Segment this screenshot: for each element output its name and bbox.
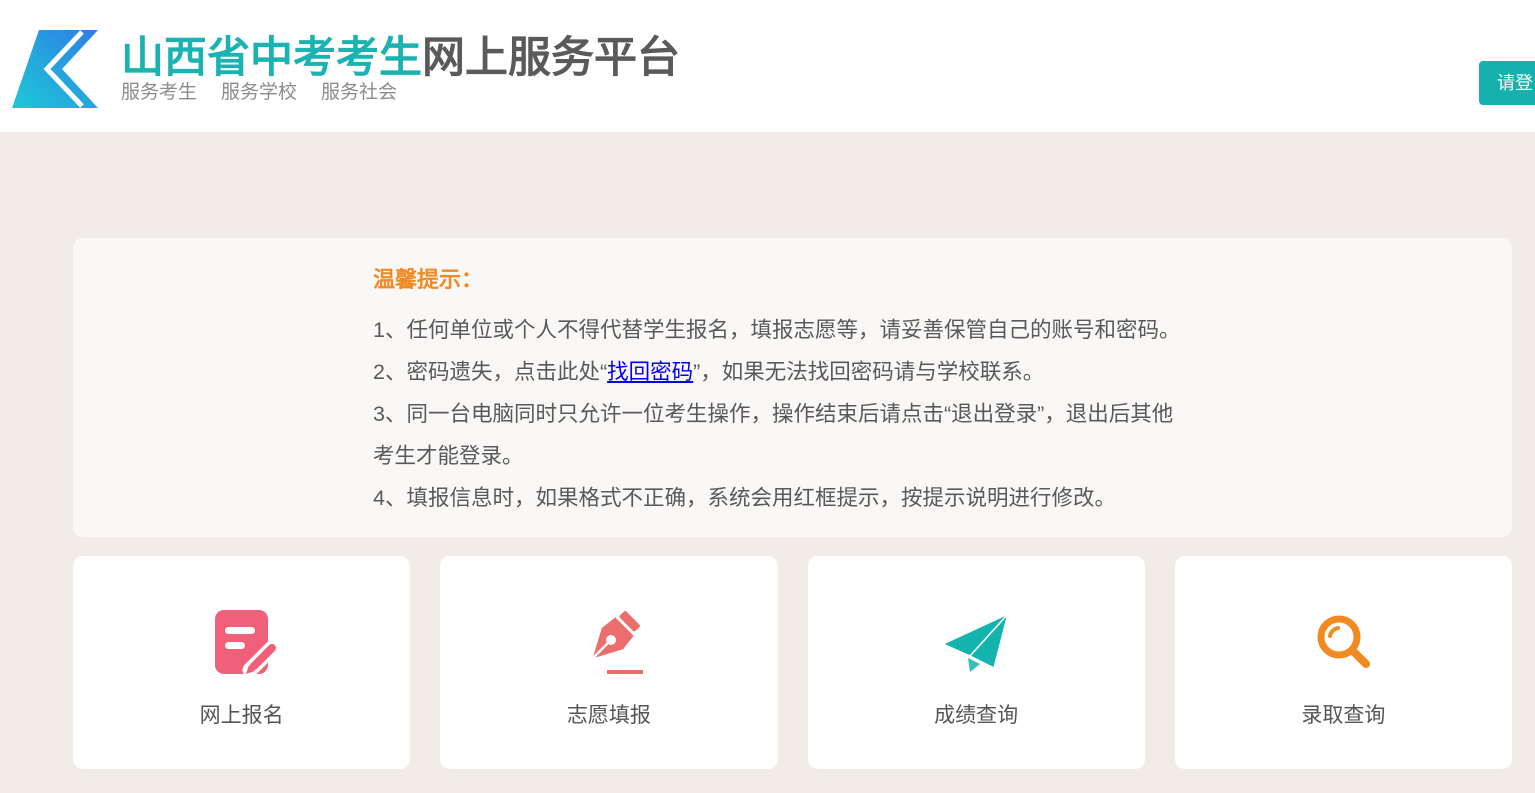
notice-item-3-continued: 考生才能登录。 (373, 444, 524, 468)
notice-item-1: 1、任何单位或个人不得代替学生报名，填报志愿等，请妥善保管自己的账号和密码。 (373, 318, 1181, 342)
notice-item-2-before: 2、密码遗失，点击此处“ (373, 360, 608, 384)
find-password-link[interactable]: 找回密码 (607, 360, 693, 384)
pen-nib-icon (573, 610, 645, 676)
login-button[interactable]: 请登 (1479, 61, 1535, 105)
service-label: 网上报名 (199, 704, 284, 727)
service-label: 成绩查询 (934, 704, 1019, 727)
service-card-admission[interactable]: 录取查询 (1174, 556, 1512, 769)
site-title-highlight: 山西省中考考生 (121, 34, 422, 82)
notice-item-4: 4、填报信息时，如果格式不正确，系统会用红框提示，按提示说明进行修改。 (373, 486, 1116, 510)
service-label: 录取查询 (1301, 704, 1386, 727)
notice-item-2: 2、密码遗失，点击此处“找回密码”，如果无法找回密码请与学校联系。 (373, 351, 1512, 393)
chevron-logo-icon[interactable] (12, 30, 98, 108)
service-cards: 网上报名 志愿填报 成绩查询 录取查询 (73, 556, 1512, 769)
site-title: 山西省中考考生网上服务平台 (121, 33, 680, 83)
service-label: 志愿填报 (566, 704, 651, 727)
notice-panel: 温馨提示： 1、任何单位或个人不得代替学生报名，填报志愿等，请妥善保管自己的账号… (73, 238, 1512, 537)
site-header: 山西省中考考生网上服务平台 服务考生 服务学校 服务社会 请登 (0, 0, 1535, 132)
notice-title: 温馨提示： (373, 267, 484, 292)
site-title-rest: 网上服务平台 (422, 34, 680, 82)
service-card-registration[interactable]: 网上报名 (73, 556, 411, 769)
slogan-item: 服务社会 (321, 82, 398, 103)
slogans: 服务考生 服务学校 服务社会 (121, 81, 397, 105)
registration-form-icon (206, 610, 278, 676)
slogan-item: 服务学校 (221, 82, 298, 103)
magnifier-icon (1307, 610, 1379, 676)
paper-plane-icon (940, 610, 1012, 676)
service-card-scores[interactable]: 成绩查询 (807, 556, 1145, 769)
notice-item-2-after: ”，如果无法找回密码请与学校联系。 (693, 360, 1045, 384)
notice-item-3: 3、同一台电脑同时只允许一位考生操作，操作结束后请点击“退出登录”，退出后其他 (373, 402, 1174, 426)
service-card-volunteer[interactable]: 志愿填报 (440, 556, 778, 769)
slogan-item: 服务考生 (121, 82, 198, 103)
